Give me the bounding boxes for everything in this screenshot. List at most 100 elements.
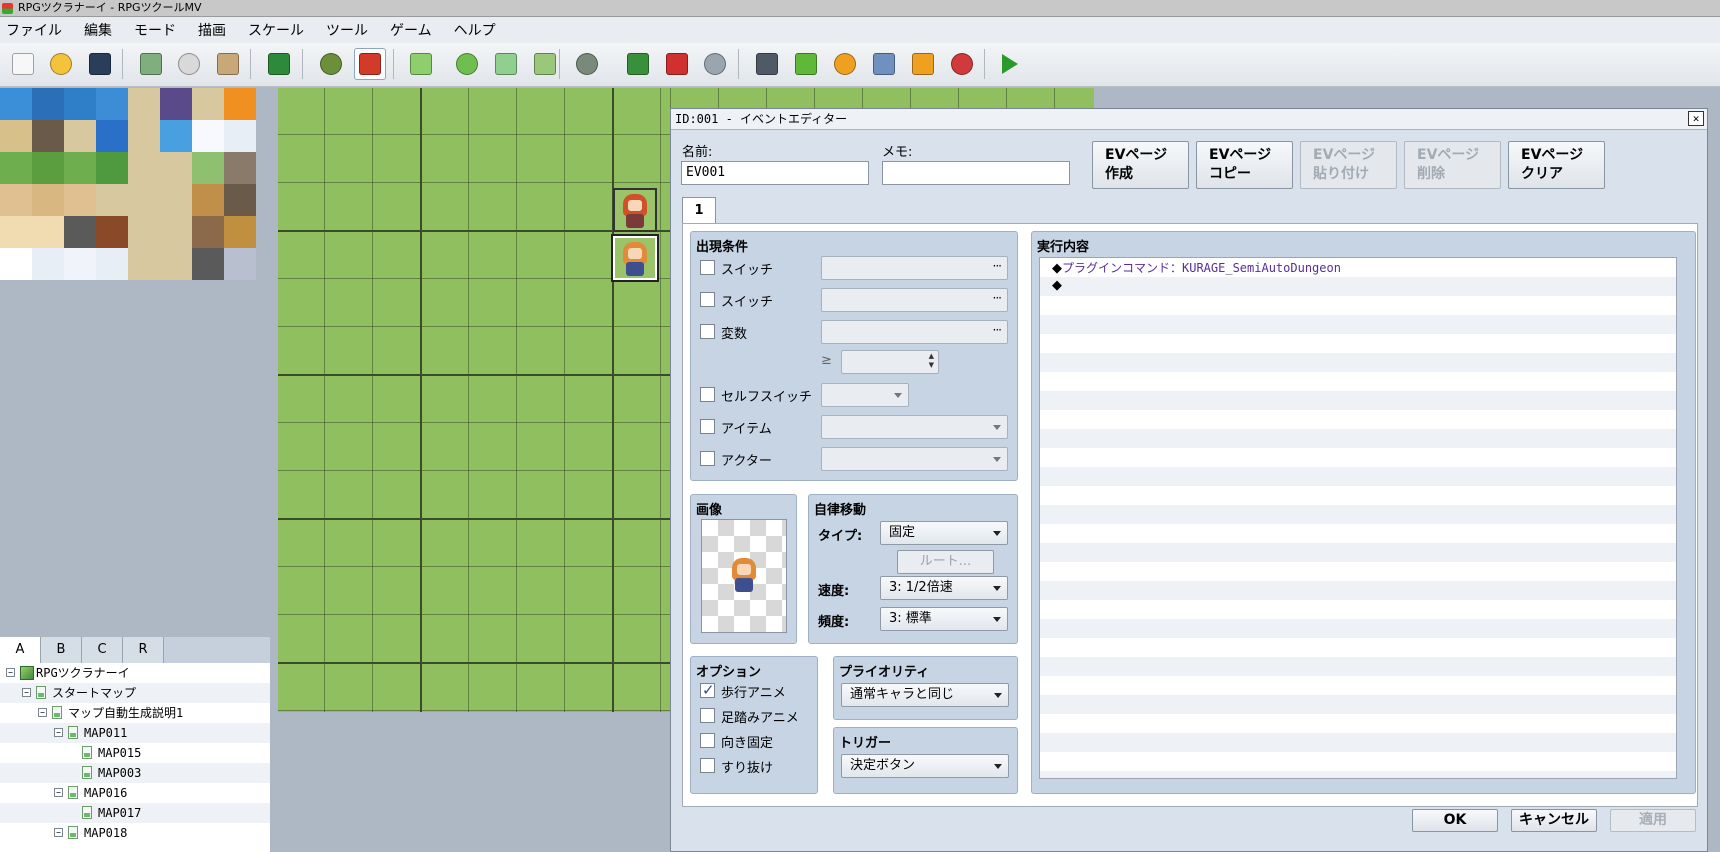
command-row-empty[interactable]: ◆	[1052, 278, 1062, 293]
sound-test-icon[interactable]	[829, 48, 861, 80]
ok-button[interactable]: OK	[1412, 809, 1498, 832]
rectangle-icon[interactable]	[451, 48, 483, 80]
zoom-actual-icon[interactable]	[699, 48, 731, 80]
tile[interactable]	[32, 152, 64, 184]
tab-a[interactable]: A	[0, 637, 41, 663]
tile[interactable]	[32, 216, 64, 248]
tile[interactable]	[64, 152, 96, 184]
collapse-icon[interactable]: −	[54, 828, 63, 837]
tile[interactable]	[192, 216, 224, 248]
pencil-icon[interactable]	[405, 48, 437, 80]
menu-help[interactable]: ヘルプ	[454, 20, 496, 40]
menu-edit[interactable]: 編集	[84, 20, 112, 40]
tile[interactable]	[192, 184, 224, 216]
tile[interactable]	[0, 88, 32, 120]
map-tree-item[interactable]: − スタートマップ	[0, 683, 270, 703]
tile[interactable]	[96, 248, 128, 280]
tile[interactable]	[160, 88, 192, 120]
trigger-select[interactable]: 決定ボタン	[841, 754, 1009, 778]
item-checkbox[interactable]	[700, 419, 715, 434]
tile[interactable]	[64, 248, 96, 280]
paste-page-button[interactable]: EVページ 貼り付け	[1300, 141, 1397, 189]
tile[interactable]	[128, 216, 160, 248]
tile[interactable]	[192, 152, 224, 184]
tile[interactable]	[32, 248, 64, 280]
map-event[interactable]	[613, 188, 657, 232]
name-input[interactable]: EV001	[681, 161, 869, 185]
stepping-anim-checkbox[interactable]	[700, 708, 715, 723]
collapse-icon[interactable]: −	[38, 708, 47, 717]
collapse-icon[interactable]: −	[54, 728, 63, 737]
tile[interactable]	[224, 216, 256, 248]
tile[interactable]	[96, 184, 128, 216]
tile[interactable]	[32, 120, 64, 152]
tile[interactable]	[96, 216, 128, 248]
self-switch-select[interactable]	[821, 383, 909, 407]
map-tree-item[interactable]: MAP015	[0, 743, 270, 763]
selected-event[interactable]	[611, 234, 659, 282]
memo-input[interactable]	[882, 161, 1070, 185]
apply-button[interactable]: 適用	[1610, 809, 1696, 832]
tile[interactable]	[192, 120, 224, 152]
menu-tools[interactable]: ツール	[326, 20, 368, 40]
undo-icon[interactable]	[263, 48, 295, 80]
tile[interactable]	[224, 152, 256, 184]
clear-page-button[interactable]: EVページ クリア	[1508, 141, 1605, 189]
command-row[interactable]: ◆プラグインコマンド：KURAGE_SemiAutoDungeon	[1052, 259, 1341, 276]
priority-select[interactable]: 通常キャラと同じ	[841, 683, 1009, 707]
open-project-icon[interactable]	[45, 48, 77, 80]
tab-b[interactable]: B	[41, 637, 82, 663]
database-icon[interactable]	[751, 48, 783, 80]
tile[interactable]	[192, 88, 224, 120]
tile[interactable]	[128, 120, 160, 152]
shadow-pen-icon[interactable]	[571, 48, 603, 80]
tab-c[interactable]: C	[82, 637, 123, 663]
ellipse-icon[interactable]	[490, 48, 522, 80]
event-searcher-icon[interactable]	[868, 48, 900, 80]
tile[interactable]	[160, 184, 192, 216]
delete-page-button[interactable]: EVページ 削除	[1404, 141, 1501, 189]
tile[interactable]	[0, 216, 32, 248]
through-checkbox[interactable]	[700, 758, 715, 773]
tile[interactable]	[32, 184, 64, 216]
tile[interactable]	[160, 248, 192, 280]
paste-icon[interactable]	[212, 48, 244, 80]
tile[interactable]	[224, 88, 256, 120]
switch1-field[interactable]: ···	[821, 256, 1008, 280]
tab-r[interactable]: R	[123, 637, 164, 663]
close-icon[interactable]: ✕	[1688, 111, 1704, 126]
tile[interactable]	[224, 184, 256, 216]
copy-icon[interactable]	[173, 48, 205, 80]
direction-fix-checkbox[interactable]	[700, 733, 715, 748]
zoom-out-icon[interactable]	[661, 48, 693, 80]
tile[interactable]	[128, 248, 160, 280]
frequency-select[interactable]: 3: 標準	[880, 607, 1008, 631]
tile[interactable]	[128, 152, 160, 184]
tile[interactable]	[64, 120, 96, 152]
map-tree-item[interactable]: − マップ自動生成説明1	[0, 703, 270, 723]
tile[interactable]	[128, 88, 160, 120]
map-tree-item[interactable]: − RPGツクラナーイ	[0, 663, 270, 683]
tile[interactable]	[32, 88, 64, 120]
tile[interactable]	[0, 120, 32, 152]
self-switch-checkbox[interactable]	[700, 387, 715, 402]
switch1-checkbox[interactable]	[700, 260, 715, 275]
walking-anim-checkbox[interactable]	[700, 681, 715, 699]
menu-game[interactable]: ゲーム	[390, 20, 432, 40]
tile[interactable]	[192, 248, 224, 280]
variable-checkbox[interactable]	[700, 324, 715, 339]
menu-mode[interactable]: モード	[134, 20, 176, 40]
switch2-field[interactable]: ···	[821, 288, 1008, 312]
type-select[interactable]: 固定	[880, 521, 1008, 545]
page-tab-1[interactable]: 1	[682, 197, 716, 224]
map-mode-icon[interactable]	[315, 48, 347, 80]
speed-select[interactable]: 3: 1/2倍速	[880, 576, 1008, 600]
tile[interactable]	[96, 120, 128, 152]
collapse-icon[interactable]: −	[22, 688, 31, 697]
variable-field[interactable]: ···	[821, 320, 1008, 344]
character-generator-icon[interactable]	[946, 48, 978, 80]
fill-icon[interactable]	[529, 48, 561, 80]
variable-value-spinner[interactable]: ▲ ▼	[841, 350, 939, 374]
tile[interactable]	[224, 248, 256, 280]
new-project-icon[interactable]	[7, 48, 39, 80]
